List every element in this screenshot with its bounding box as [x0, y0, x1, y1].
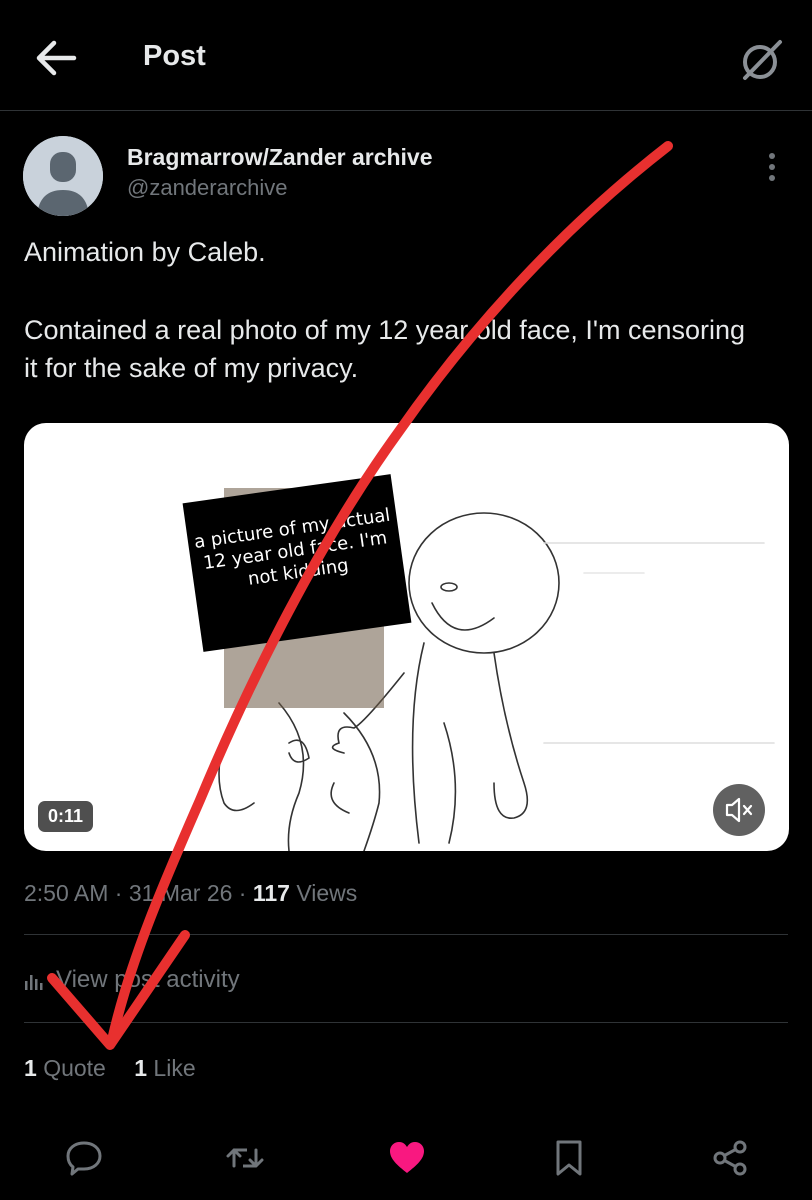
page-title: Post	[143, 40, 206, 72]
mute-toggle[interactable]	[713, 784, 765, 836]
more-options-icon[interactable]	[758, 150, 786, 186]
top-bar: Post	[0, 0, 812, 111]
action-bar	[0, 1130, 812, 1190]
analytics-icon	[25, 974, 43, 990]
repost-icon[interactable]	[225, 1138, 265, 1178]
share-icon[interactable]	[710, 1138, 750, 1178]
likes-stat[interactable]: 1 Like	[134, 1055, 195, 1081]
meta-separator: ·	[114, 880, 123, 906]
post-time[interactable]: 2:50 AM	[24, 880, 108, 906]
divider	[24, 1022, 788, 1023]
default-avatar-icon	[23, 136, 103, 216]
view-post-activity-label: View post activity	[56, 966, 240, 993]
video-duration: 0:11	[38, 801, 94, 832]
speaker-muted-icon	[725, 797, 753, 823]
post-text-line: Animation by Caleb.	[24, 237, 266, 267]
video-frame-drawing	[218, 488, 775, 851]
post-meta: 2:50 AM · 31 Mar 26 · 117 Views	[24, 880, 357, 907]
meta-separator: ·	[238, 880, 247, 906]
quote-label: Quote	[43, 1055, 106, 1081]
bookmark-icon[interactable]	[549, 1138, 589, 1178]
censor-overlay: a picture of my actual 12 year old face.…	[182, 474, 412, 652]
author-handle[interactable]: @zanderarchive	[127, 175, 288, 201]
reply-icon[interactable]	[64, 1138, 104, 1178]
video-player[interactable]: a picture of my actual 12 year old face.…	[24, 423, 789, 851]
views-label: Views	[296, 880, 358, 906]
arrow-left-icon[interactable]	[34, 38, 78, 78]
like-label: Like	[153, 1055, 196, 1081]
post-text-line: Contained a real photo of my 12 year old…	[24, 315, 746, 383]
post-date[interactable]: 31 Mar 26	[129, 880, 233, 906]
quote-count: 1	[24, 1055, 37, 1081]
post-text: Animation by Caleb. Contained a real pho…	[24, 233, 764, 387]
divider	[24, 934, 788, 935]
like-count: 1	[134, 1055, 148, 1081]
censor-overlay-text: a picture of my actual 12 year old face.…	[192, 504, 392, 590]
post-stats: 1 Quote 1 Like	[24, 1055, 218, 1082]
author-display-name[interactable]: Bragmarrow/Zander archive	[127, 144, 433, 171]
quotes-stat[interactable]: 1 Quote	[24, 1055, 106, 1081]
heart-icon[interactable]	[387, 1138, 427, 1178]
views-count: 117	[252, 880, 290, 906]
avatar[interactable]	[23, 136, 103, 216]
view-post-activity-link[interactable]: View post activity	[24, 966, 240, 994]
grok-icon[interactable]	[738, 38, 786, 82]
